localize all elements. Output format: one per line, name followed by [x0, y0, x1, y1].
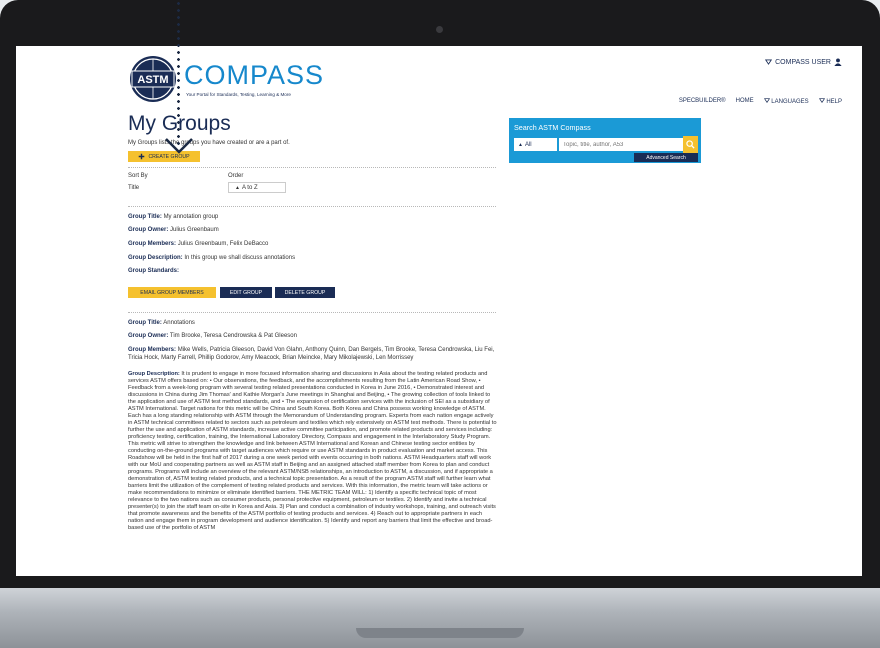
group-standards-field: Group Standards:	[128, 267, 498, 275]
logo-tagline: Your Portal for Standards, Testing, Lear…	[186, 92, 291, 97]
group-description-label: Group Description:	[128, 371, 180, 377]
delete-group-button[interactable]: DELETE GROUP	[275, 287, 335, 298]
order-select[interactable]: ▲︎ A to Z	[228, 182, 286, 193]
group-owner-field: Group Owner: Julius Greenbaum	[128, 226, 498, 234]
top-nav: SPECBUILDER® HOME LANGUAGES HELP	[679, 98, 842, 105]
group-owner-value: Julius Greenbaum	[170, 227, 219, 233]
laptop-notch	[356, 628, 524, 638]
group-title-label: Group Title:	[128, 214, 162, 220]
group-members-field: Group Members: Julius Greenbaum, Felix D…	[128, 240, 498, 248]
search-panel: Search ASTM Compass ▲︎ All Advanced Sear…	[509, 118, 701, 163]
advanced-search-link[interactable]: Advanced Search	[634, 153, 698, 162]
search-button[interactable]	[683, 136, 698, 153]
group-members-label: Group Members:	[128, 347, 177, 353]
search-input[interactable]	[559, 138, 683, 151]
nav-specbuilder[interactable]: SPECBUILDER®	[679, 98, 726, 105]
group-owner-field: Group Owner: Tim Brooke, Teresa Cendrows…	[128, 332, 498, 340]
group-description-value: In this group we shall discuss annotatio…	[184, 255, 296, 261]
group-members-value: Julius Greenbaum, Felix DeBacco	[177, 241, 269, 247]
search-title: Search ASTM Compass	[514, 123, 591, 132]
group-description-value: It is prudent to engage in more focused …	[128, 371, 497, 531]
laptop-base	[0, 588, 880, 648]
chevron-down-icon	[165, 138, 193, 154]
order-label: Order	[228, 173, 244, 179]
group-title-label: Group Title:	[128, 320, 162, 326]
group-owner-value: Tim Brooke, Teresa Cendrowska & Pat Glee…	[169, 333, 297, 339]
group-title-field: Group Title: Annotations	[128, 319, 498, 327]
sort-by-value[interactable]: Title	[128, 185, 139, 191]
plus-icon	[139, 153, 145, 160]
user-menu[interactable]: COMPASS USER	[765, 58, 842, 66]
email-group-members-button[interactable]: EMAIL GROUP MEMBERS	[128, 287, 216, 298]
page-subtitle: My Groups lists the groups you have crea…	[128, 140, 290, 146]
group-title-value: My annotation group	[163, 214, 219, 220]
astm-globe-logo: ASTM	[130, 56, 176, 102]
group-members-value: Mike Wells, Patricia Gleeson, David Von …	[128, 347, 495, 361]
chevron-down-icon	[765, 59, 773, 65]
group-standards-label: Group Standards:	[128, 268, 180, 274]
order-value: A to Z	[241, 184, 258, 191]
nav-help[interactable]: HELP	[818, 98, 842, 105]
group-description-field: Group Description: In this group we shal…	[128, 254, 498, 262]
logo-name: COMPASS	[184, 60, 325, 90]
select-arrows-icon: ▲︎	[235, 184, 240, 191]
group-members-field: Group Members: Mike Wells, Patricia Glee…	[128, 346, 498, 362]
group-title-field: Group Title: My annotation group	[128, 213, 498, 221]
nav-languages-label: LANGUAGES	[771, 99, 809, 105]
logo-mark-text: ASTM	[137, 74, 168, 86]
chevron-down-icon	[818, 98, 825, 103]
user-icon	[834, 58, 842, 66]
group-description-field: Group Description: It is prudent to enga…	[128, 371, 498, 576]
divider	[128, 312, 496, 313]
astm-compass-logo[interactable]: ASTM COMPASS Your Portal for Standards, …	[128, 54, 328, 106]
select-arrows-icon: ▲︎	[518, 141, 523, 148]
chevron-down-icon	[763, 98, 770, 103]
camera-dot	[436, 26, 443, 33]
search-icon	[686, 140, 695, 149]
group-members-label: Group Members:	[128, 241, 177, 247]
edit-group-button[interactable]: EDIT GROUP	[220, 287, 272, 298]
search-scope-select[interactable]: ▲︎ All	[514, 138, 557, 151]
browser-screen: ASTM COMPASS Your Portal for Standards, …	[16, 46, 862, 576]
divider	[128, 167, 496, 168]
divider	[128, 206, 496, 207]
annotation-dotted-line	[177, 0, 180, 148]
group-title-value: Annotations	[163, 320, 195, 326]
group-owner-label: Group Owner:	[128, 333, 169, 339]
nav-home[interactable]: HOME	[736, 98, 754, 105]
group-description-label: Group Description:	[128, 255, 183, 261]
user-menu-label: COMPASS USER	[775, 58, 831, 66]
sort-by-label: Sort By	[128, 173, 148, 179]
group-owner-label: Group Owner:	[128, 227, 169, 233]
nav-languages[interactable]: LANGUAGES	[763, 98, 809, 105]
search-scope-value: All	[524, 141, 532, 148]
nav-help-label: HELP	[826, 99, 842, 105]
